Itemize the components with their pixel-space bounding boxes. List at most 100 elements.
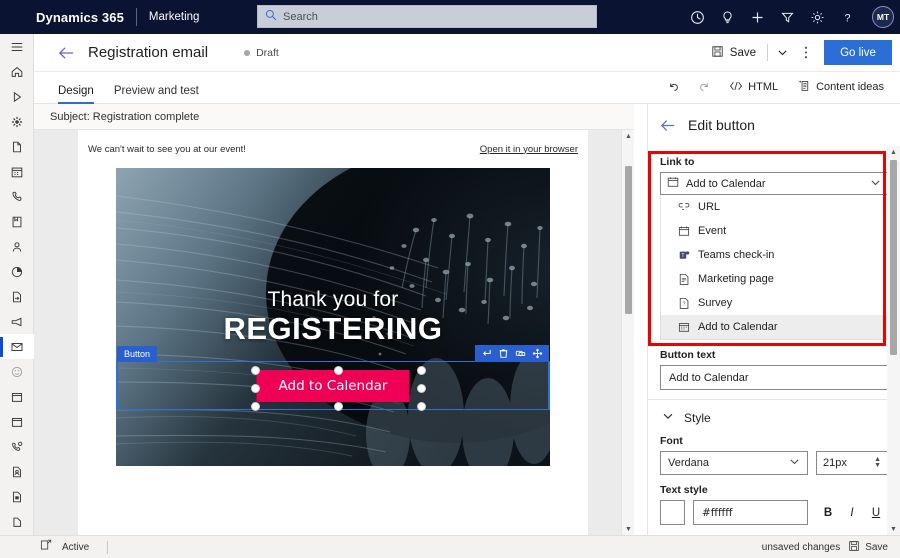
- sidebar-item-home[interactable]: [0, 59, 34, 84]
- sidebar-item-events[interactable]: [0, 384, 34, 409]
- panel-back-arrow-icon[interactable]: [660, 119, 676, 132]
- sidebar-item-more[interactable]: [0, 510, 34, 535]
- text-style-row: #ffffff B I U: [660, 500, 888, 525]
- block-move-icon[interactable]: [530, 346, 545, 361]
- sidebar-item-calls[interactable]: [0, 435, 34, 460]
- italic-button[interactable]: I: [840, 507, 864, 519]
- text-color-hex-input[interactable]: #ffffff: [693, 500, 808, 525]
- status-bar-right: unsaved changes Save: [762, 540, 900, 555]
- html-button[interactable]: HTML: [719, 75, 788, 99]
- font-size-value: 21px: [823, 457, 847, 469]
- bold-button[interactable]: B: [816, 507, 840, 519]
- email-hero-image[interactable]: Thank you for REGISTERING Button Add to …: [116, 168, 550, 466]
- option-url[interactable]: URL: [661, 195, 887, 219]
- resize-handle-w[interactable]: [251, 384, 260, 393]
- block-replace-icon[interactable]: [479, 346, 494, 361]
- resize-handle-e[interactable]: [417, 384, 426, 393]
- resize-handle-ne[interactable]: [417, 366, 426, 375]
- block-toolbar: [475, 345, 549, 362]
- hero-line-2: REGISTERING: [223, 311, 443, 346]
- sidebar-item-sessions[interactable]: [0, 409, 34, 434]
- sidebar-item-forms[interactable]: [0, 485, 34, 510]
- content-ideas-button[interactable]: Content ideas: [788, 75, 894, 99]
- sidebar-item-leads[interactable]: [0, 460, 34, 485]
- global-search[interactable]: Search: [257, 5, 597, 28]
- sidebar-item-contacts[interactable]: [0, 234, 34, 259]
- cta-button[interactable]: Add to Calendar: [256, 370, 410, 402]
- subject-bar[interactable]: Subject: Registration complete: [34, 104, 634, 130]
- open-in-browser-link[interactable]: Open it in your browser: [480, 144, 578, 155]
- undo-icon[interactable]: [659, 75, 689, 99]
- option-teams-check-in[interactable]: T Teams check-in: [661, 243, 887, 267]
- more-commands-button[interactable]: [794, 39, 818, 67]
- style-section-header[interactable]: Style: [648, 400, 900, 427]
- option-add-to-calendar[interactable]: Add to Calendar: [661, 315, 887, 339]
- back-arrow-icon[interactable]: [58, 46, 75, 60]
- block-delete-icon[interactable]: [496, 346, 511, 361]
- go-live-button[interactable]: Go live: [824, 40, 892, 65]
- lightbulb-icon[interactable]: [719, 9, 736, 26]
- tab-design[interactable]: Design: [58, 85, 94, 104]
- link-to-dropdown[interactable]: Add to Calendar: [660, 172, 888, 195]
- filter-icon[interactable]: [779, 9, 796, 26]
- font-size-stepper[interactable]: 21px ▲ ▼: [816, 451, 888, 475]
- link-to-options-list: URL Event T Teams check-in Marketing pag…: [660, 195, 888, 340]
- sidebar-item-campaigns[interactable]: [0, 309, 34, 334]
- canvas-scroll-down-arrow[interactable]: ▼: [622, 523, 634, 535]
- sidebar-item-emails[interactable]: [0, 334, 34, 360]
- sidebar-item-recent[interactable]: [0, 84, 34, 109]
- text-color-swatch[interactable]: [660, 500, 685, 525]
- expand-icon[interactable]: [40, 538, 52, 556]
- selected-button-block[interactable]: Button Add to Calendar: [116, 345, 550, 411]
- avatar[interactable]: MT: [872, 6, 894, 28]
- option-marketing-page[interactable]: Marketing page: [661, 267, 887, 291]
- sidebar-item-notes[interactable]: [0, 209, 34, 234]
- sidebar-item-analytics[interactable]: [0, 259, 34, 284]
- option-event[interactable]: Event: [661, 219, 887, 243]
- canvas-scrollbar[interactable]: ▲ ▼: [621, 130, 634, 535]
- chevron-down-icon[interactable]: [662, 409, 674, 427]
- stepper-arrows-icon[interactable]: ▲ ▼: [874, 456, 881, 469]
- canvas-scroll-up-arrow[interactable]: ▲: [622, 130, 634, 142]
- help-icon[interactable]: ?: [839, 9, 856, 26]
- sidebar-item-pinned[interactable]: [0, 109, 34, 134]
- resize-handle-s[interactable]: [334, 402, 343, 411]
- stepper-down-arrow[interactable]: ▼: [874, 462, 881, 469]
- resize-handle-sw[interactable]: [251, 402, 260, 411]
- panel-scroll-up-arrow[interactable]: ▲: [887, 146, 900, 158]
- panel-scroll-down-arrow[interactable]: ▼: [887, 523, 900, 535]
- chevron-down-icon[interactable]: [870, 177, 881, 191]
- resize-handle-n[interactable]: [334, 366, 343, 375]
- block-duplicate-icon[interactable]: [513, 346, 528, 361]
- settings-gear-icon[interactable]: [809, 9, 826, 26]
- sidebar-item-phone[interactable]: [0, 184, 34, 209]
- sidebar-hamburger[interactable]: [0, 34, 34, 59]
- panel-scrollbar[interactable]: ▲ ▼: [887, 146, 900, 535]
- status-divider: [107, 540, 109, 554]
- sidebar-item-customer-voice[interactable]: [0, 359, 34, 384]
- tracking-icon[interactable]: [689, 9, 706, 26]
- button-text-input[interactable]: Add to Calendar: [660, 365, 888, 390]
- save-button[interactable]: Save: [703, 39, 764, 67]
- save-options-chevron[interactable]: [771, 39, 794, 67]
- sidebar-item-calendar[interactable]: [0, 159, 34, 184]
- survey-icon: ?: [677, 297, 690, 309]
- redo-icon[interactable]: [689, 75, 719, 99]
- panel-body: Link to Add to Calendar URL Event T Team…: [648, 146, 900, 535]
- resize-handle-se[interactable]: [417, 402, 426, 411]
- panel-scroll-thumb[interactable]: [890, 160, 897, 355]
- sidebar-item-page[interactable]: [0, 284, 34, 309]
- search-input[interactable]: Search: [283, 11, 318, 23]
- font-family-select[interactable]: Verdana: [660, 451, 808, 475]
- svg-text:?: ?: [844, 12, 850, 24]
- tab-preview-and-test[interactable]: Preview and test: [114, 85, 199, 103]
- underline-button[interactable]: U: [864, 507, 888, 519]
- status-save-button[interactable]: Save: [848, 540, 888, 555]
- resize-handle-nw[interactable]: [251, 366, 260, 375]
- canvas-scroll-thumb[interactable]: [625, 166, 632, 314]
- font-label: Font: [660, 435, 683, 447]
- sidebar-item-documents[interactable]: [0, 134, 34, 159]
- option-survey[interactable]: ? Survey: [661, 291, 887, 315]
- chevron-down-icon[interactable]: [789, 456, 800, 470]
- add-icon[interactable]: [749, 9, 766, 26]
